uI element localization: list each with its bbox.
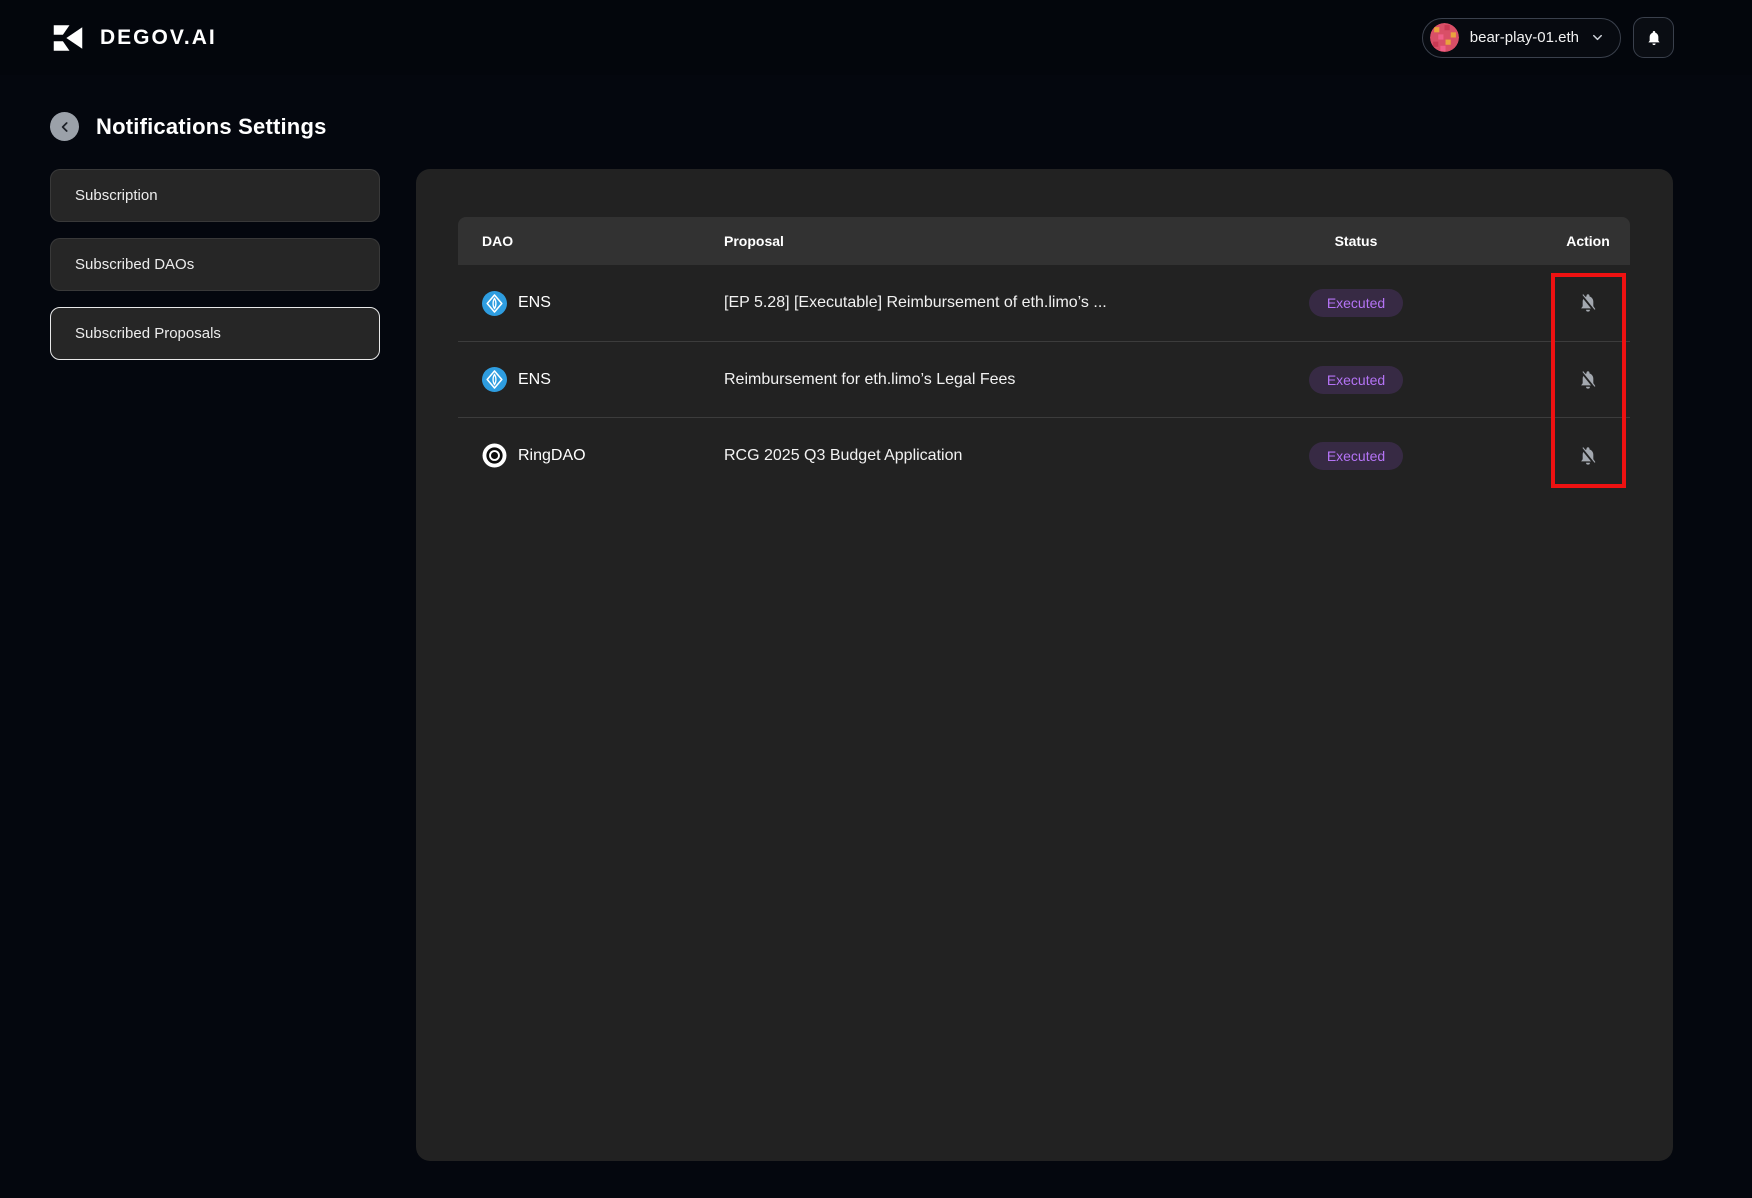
sidebar-item-label: Subscription [75,187,158,204]
proposal-title[interactable]: Reimbursement for eth.limo’s Legal Fees [724,371,1288,389]
unsubscribe-bell-button[interactable] [1574,442,1602,470]
account-menu-button[interactable]: bear-play-01.eth [1422,18,1621,58]
column-header-status: Status [1300,233,1412,249]
account-name: bear-play-01.eth [1470,29,1579,46]
settings-sidebar: Subscription Subscribed DAOs Subscribed … [50,169,380,376]
sidebar-item-label: Subscribed Proposals [75,325,221,342]
status-badge: Executed [1309,366,1403,394]
table-row: RingDAO RCG 2025 Q3 Budget Application E… [458,417,1630,493]
chevron-down-icon [1590,30,1605,45]
notifications-button[interactable] [1633,17,1674,58]
dao-cell: RingDAO [458,443,724,468]
avatar [1430,23,1459,52]
bell-off-icon [1577,369,1599,391]
table-row: ENS Reimbursement for eth.limo’s Legal F… [458,341,1630,417]
sidebar-item-subscription[interactable]: Subscription [50,169,380,222]
page-title: Notifications Settings [96,114,327,140]
column-header-dao: DAO [458,233,724,249]
unsubscribe-bell-button[interactable] [1574,289,1602,317]
page-header: Notifications Settings [50,112,1752,141]
dao-name: ENS [518,371,551,389]
status-badge: Executed [1309,442,1403,470]
brand-name: DEGOV.AI [100,26,217,50]
ens-logo-icon [482,291,507,316]
ens-logo-icon [482,367,507,392]
sidebar-item-label: Subscribed DAOs [75,256,194,273]
bell-icon [1645,29,1663,47]
sidebar-item-subscribed-daos[interactable]: Subscribed DAOs [50,238,380,291]
column-header-proposal: Proposal [724,233,1288,249]
content-layout: Subscription Subscribed DAOs Subscribed … [50,169,1752,1161]
dao-name: ENS [518,294,551,312]
proposal-title[interactable]: RCG 2025 Q3 Budget Application [724,447,1288,465]
dao-cell: ENS [458,291,724,316]
bell-off-icon [1577,445,1599,467]
sidebar-item-subscribed-proposals[interactable]: Subscribed Proposals [50,307,380,360]
status-badge: Executed [1309,289,1403,317]
table-row: ENS [EP 5.28] [Executable] Reimbursement… [458,265,1630,341]
ringdao-logo-icon [482,443,507,468]
column-header-action: Action [1528,233,1630,249]
topbar-right: bear-play-01.eth [1422,17,1674,58]
subscribed-proposals-panel: DAO Proposal Status Action ENS [EP 5.28]… [416,169,1673,1161]
brand: DEGOV.AI [50,20,217,56]
table-header-row: DAO Proposal Status Action [458,217,1630,265]
degov-logo-icon [50,20,86,56]
bell-off-icon [1577,292,1599,314]
dao-name: RingDAO [518,447,586,465]
proposal-title[interactable]: [EP 5.28] [Executable] Reimbursement of … [724,294,1288,312]
chevron-left-icon [57,119,73,135]
dao-cell: ENS [458,367,724,392]
unsubscribe-bell-button[interactable] [1574,366,1602,394]
back-button[interactable] [50,112,79,141]
top-navigation-bar: DEGOV.AI bear-play-01.eth [0,0,1752,75]
